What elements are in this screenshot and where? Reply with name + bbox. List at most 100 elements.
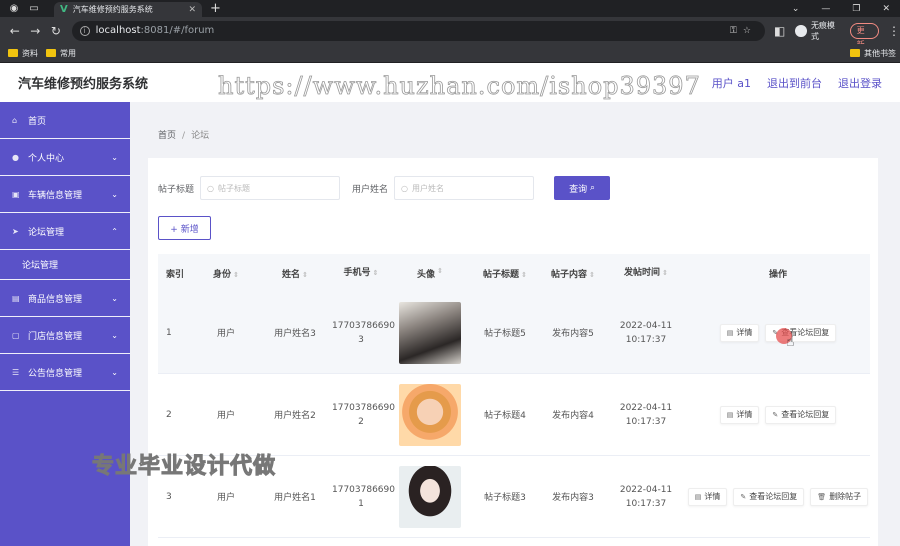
sort-icon[interactable]: ⇕ bbox=[437, 267, 443, 280]
forum-icon: ➤ bbox=[12, 226, 19, 236]
title-search-label: 帖子标题 bbox=[158, 184, 195, 195]
document-icon: ▤ bbox=[726, 410, 734, 419]
view-replies-button[interactable]: ✎ 查看论坛回复 bbox=[733, 487, 805, 506]
detail-button[interactable]: ▤ 详情 bbox=[719, 405, 760, 424]
chevron-down-icon: ⌄ bbox=[111, 152, 118, 162]
document-icon: ▤ bbox=[694, 492, 702, 501]
edit-icon: ✎ bbox=[740, 492, 747, 501]
user-search-input[interactable]: ○ 用户姓名 bbox=[394, 176, 535, 200]
sort-icon[interactable]: ⇕ bbox=[662, 269, 668, 277]
window-icon[interactable]: ▭ bbox=[28, 3, 40, 15]
window-controls: ⌄ — ❐ ✕ bbox=[792, 4, 890, 14]
col-avatar[interactable]: 头像 ⇕ bbox=[390, 267, 470, 280]
app-title: 汽车维修预约服务系统 bbox=[18, 77, 149, 92]
url-path: :8081/#/forum bbox=[140, 25, 215, 36]
folder-icon bbox=[850, 49, 860, 57]
close-window-icon[interactable]: ✕ bbox=[882, 4, 890, 14]
incognito-indicator[interactable]: 无痕模式 bbox=[795, 20, 841, 42]
col-role[interactable]: 身份 ⇕ bbox=[194, 267, 258, 280]
sort-icon[interactable]: ⇕ bbox=[233, 271, 239, 279]
home-icon: ⌂ bbox=[12, 115, 18, 125]
vue-logo-icon: V bbox=[60, 4, 68, 15]
chevron-down-icon: ⌄ bbox=[111, 189, 118, 199]
info-icon[interactable]: i bbox=[79, 25, 90, 36]
sidebar-item-home[interactable]: ⌂ 首页 bbox=[0, 102, 130, 139]
breadcrumb: 首页 / 论坛 bbox=[158, 131, 210, 141]
update-button[interactable]: 更新 bbox=[849, 22, 879, 49]
chevron-down-icon: ⌄ bbox=[111, 293, 118, 303]
col-name[interactable]: 姓名 ⇕ bbox=[258, 267, 332, 280]
col-ops: 操作 bbox=[768, 269, 787, 280]
logout-link[interactable]: 退出登录 bbox=[838, 75, 882, 91]
sort-icon[interactable]: ⇕ bbox=[373, 269, 379, 277]
globe-icon[interactable]: ◉ bbox=[8, 3, 20, 15]
user-icon: ● bbox=[12, 152, 19, 162]
search-icon: ⌕ bbox=[589, 183, 595, 193]
table-header: 索引 身份 ⇕ 姓名 ⇕ 手机号 ⇕ 头像 ⇕ 帖子标题 ⇕ 帖子内容 ⇕ 发帖时间 ⇕ 操作 bbox=[158, 254, 870, 292]
folder-icon bbox=[46, 49, 56, 57]
chevron-down-icon: ⌄ bbox=[111, 330, 118, 340]
search-button[interactable]: 查询 ⌕ bbox=[554, 176, 611, 200]
col-index: 索引 bbox=[166, 269, 185, 280]
sort-icon[interactable]: ⇕ bbox=[589, 271, 595, 279]
detail-button[interactable]: ▤ 详情 bbox=[719, 323, 760, 342]
view-replies-button[interactable]: ✎ 查看论坛回复 bbox=[765, 405, 837, 424]
col-title[interactable]: 帖子标题 ⇕ bbox=[470, 267, 540, 280]
bookmarks-bar: 资料 常用 其他书签 bbox=[0, 44, 900, 63]
delete-post-button[interactable]: 🗑 删除帖子 bbox=[810, 487, 869, 506]
forward-icon[interactable]: → bbox=[30, 24, 42, 38]
title-search-input[interactable]: ○ 帖子标题 bbox=[200, 176, 341, 200]
col-time[interactable]: 发帖时间 ⇕ bbox=[606, 266, 686, 280]
goods-icon: ▤ bbox=[12, 293, 20, 303]
breadcrumb-current: 论坛 bbox=[191, 131, 210, 141]
current-user-link[interactable]: 用户 a1 bbox=[712, 75, 751, 91]
sidebar-item-stores[interactable]: ▢ 门店信息管理 ⌄ bbox=[0, 317, 130, 354]
sidebar-subitem-forum[interactable]: 论坛管理 bbox=[0, 250, 130, 280]
reload-icon[interactable]: ↻ bbox=[50, 24, 62, 38]
incognito-icon bbox=[795, 24, 807, 37]
detail-button[interactable]: ▤ 详情 bbox=[687, 487, 728, 506]
key-star-icons[interactable]: ⚿☆ bbox=[730, 26, 757, 36]
bookmark-other[interactable]: 其他书签 bbox=[850, 48, 896, 59]
col-phone[interactable]: 手机号 ⇕ bbox=[332, 266, 390, 280]
browser-tab[interactable]: V 汽车维修预约服务系统 ✕ bbox=[54, 2, 202, 17]
url-input[interactable]: i localhost:8081/#/forum ⚿☆ bbox=[71, 20, 765, 41]
back-to-front-link[interactable]: 退出到前台 bbox=[767, 75, 822, 91]
sidebar-item-goods[interactable]: ▤ 商品信息管理 ⌄ bbox=[0, 280, 130, 317]
avatar bbox=[399, 301, 461, 364]
sort-icon[interactable]: ⇕ bbox=[302, 271, 308, 279]
restore-icon[interactable]: ❐ bbox=[852, 4, 860, 14]
header-links: 用户 a1 退出到前台 退出登录 bbox=[712, 75, 882, 91]
hand-cursor-icon: ☝ bbox=[786, 334, 795, 350]
watermark-url: https://www.huzhan.com/ishop39397 bbox=[218, 72, 701, 101]
user-search-label: 用户姓名 bbox=[352, 184, 389, 195]
search-form: 帖子标题 ○ 帖子标题 用户姓名 ○ 用户姓名 查询 ⌕ bbox=[158, 176, 611, 200]
sort-icon[interactable]: ⇕ bbox=[521, 271, 527, 279]
back-icon[interactable]: ← bbox=[9, 24, 21, 38]
bookmark-item[interactable]: 资料 bbox=[8, 48, 38, 59]
close-tab-icon[interactable]: ✕ bbox=[188, 5, 196, 15]
avatar bbox=[399, 383, 461, 446]
avatar bbox=[399, 465, 461, 528]
bookmark-item[interactable]: 常用 bbox=[46, 48, 76, 59]
add-button[interactable]: + 新增 bbox=[158, 216, 211, 240]
search-icon: ○ bbox=[207, 183, 214, 193]
sidebar-item-vehicles[interactable]: ▣ 车辆信息管理 ⌄ bbox=[0, 176, 130, 213]
folder-icon bbox=[8, 49, 18, 57]
breadcrumb-home[interactable]: 首页 bbox=[158, 131, 176, 141]
chevron-up-icon: ⌃ bbox=[111, 226, 118, 236]
watermark-text: 专业毕业设计代做 bbox=[91, 454, 277, 480]
sidepanel-icon[interactable]: ◧ bbox=[774, 24, 786, 38]
menu-dots-icon[interactable]: ⋮ bbox=[888, 24, 900, 38]
sidebar-item-profile[interactable]: ● 个人中心 ⌄ bbox=[0, 139, 130, 176]
notice-icon: ☰ bbox=[12, 367, 20, 377]
minimize-icon[interactable]: — bbox=[821, 4, 830, 14]
new-tab-icon[interactable]: + bbox=[210, 1, 221, 16]
chevron-down-icon[interactable]: ⌄ bbox=[792, 4, 800, 14]
forum-table: 索引 身份 ⇕ 姓名 ⇕ 手机号 ⇕ 头像 ⇕ 帖子标题 ⇕ 帖子内容 ⇕ 发帖时间 ⇕ 操作… bbox=[158, 254, 870, 538]
content-card: 帖子标题 ○ 帖子标题 用户姓名 ○ 用户姓名 查询 ⌕ + 新增 索引 身份 ⇕… bbox=[148, 158, 878, 546]
sidebar-item-notices[interactable]: ☰ 公告信息管理 ⌄ bbox=[0, 354, 130, 391]
search-icon: ○ bbox=[401, 183, 409, 193]
sidebar-item-forum[interactable]: ➤ 论坛管理 ⌃ bbox=[0, 213, 130, 250]
col-content[interactable]: 帖子内容 ⇕ bbox=[540, 267, 606, 280]
